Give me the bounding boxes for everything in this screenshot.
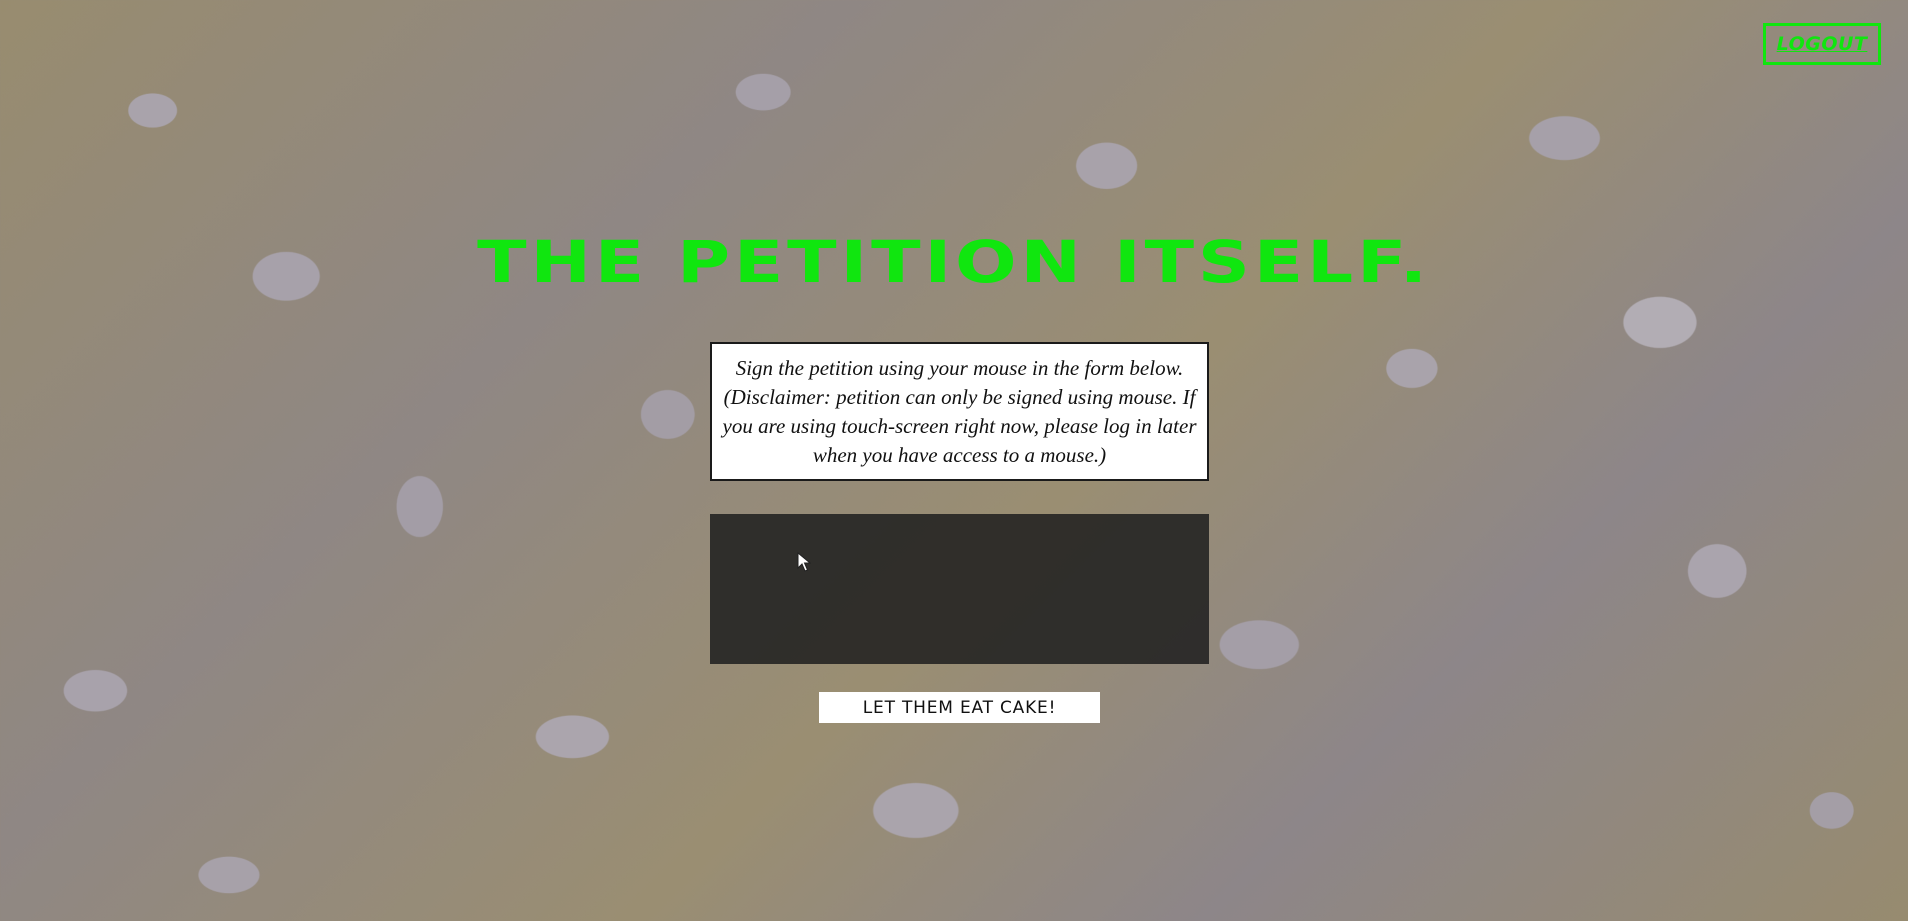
mouse-pointer-icon: [797, 552, 811, 572]
page-title: THE PETITION ITSELF.: [477, 228, 1431, 296]
logout-label: LOGOUT: [1776, 33, 1868, 55]
signature-canvas[interactable]: [710, 514, 1209, 664]
logout-button[interactable]: LOGOUT: [1763, 23, 1881, 65]
instructions-text: Sign the petition using your mouse in th…: [722, 356, 1197, 467]
submit-signature-button[interactable]: LET THEM EAT CAKE!: [819, 692, 1100, 723]
instructions-box: Sign the petition using your mouse in th…: [710, 342, 1209, 481]
submit-label: LET THEM EAT CAKE!: [862, 697, 1057, 718]
